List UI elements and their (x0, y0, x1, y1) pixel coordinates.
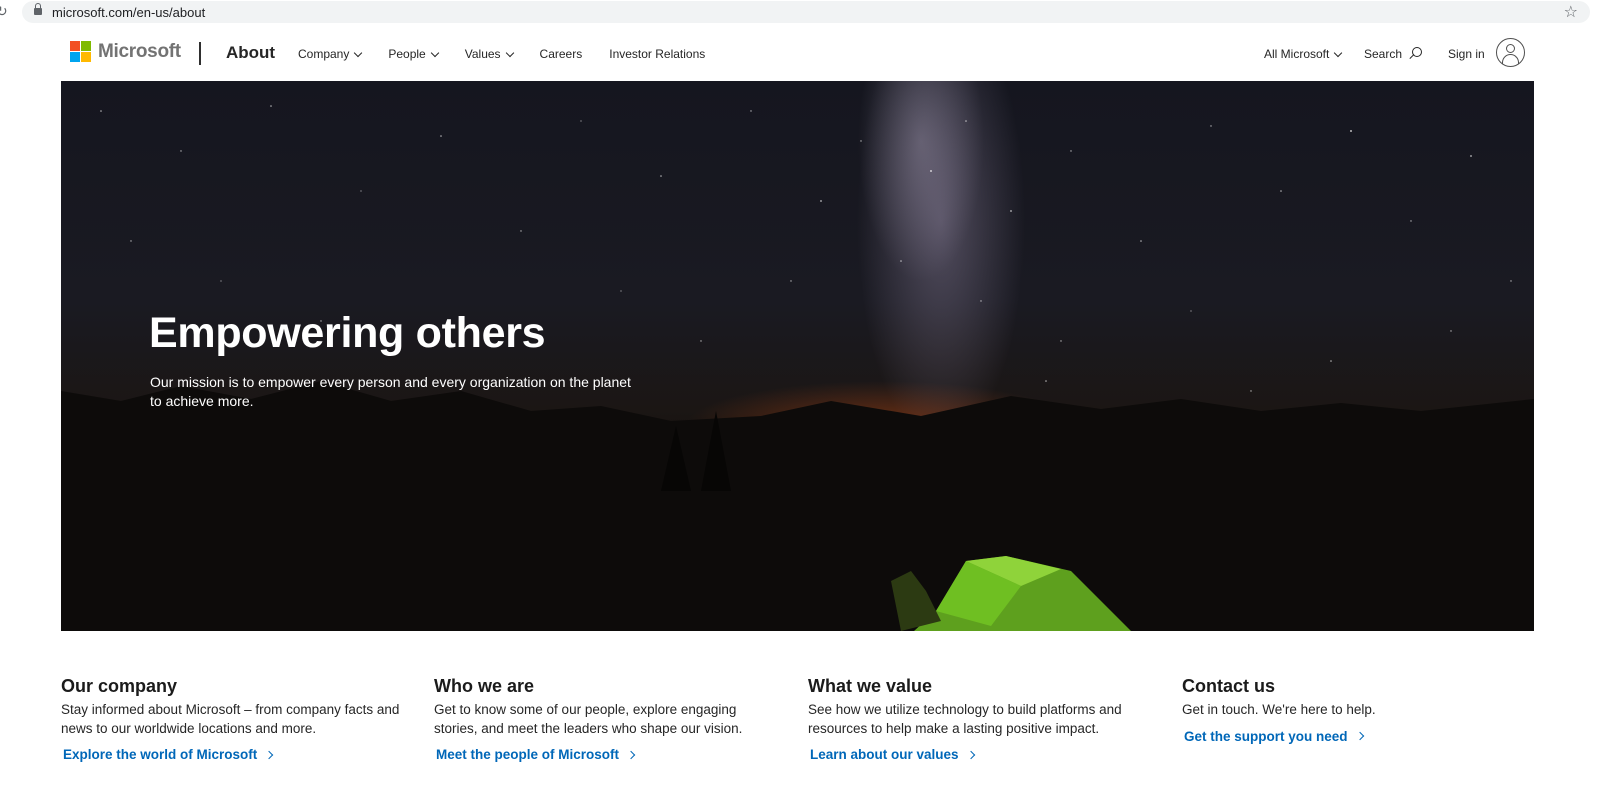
bookmark-star-icon[interactable]: ☆ (1564, 2, 1578, 22)
link-label: Get the support you need (1184, 728, 1348, 744)
account-avatar-icon[interactable] (1496, 38, 1525, 67)
card-text: Get to know some of our people, explore … (434, 702, 743, 736)
meet-people-link[interactable]: Meet the people of Microsoft (436, 747, 636, 762)
card-text: Stay informed about Microsoft – from com… (61, 702, 400, 736)
explore-world-link[interactable]: Explore the world of Microsoft (63, 747, 274, 762)
chevron-right-icon (966, 750, 975, 759)
site-header: Microsoft About Company People Values Ca… (0, 30, 1600, 80)
search-button[interactable]: Search (1364, 47, 1423, 61)
card-title: Contact us (1182, 676, 1276, 696)
browser-toolbar: ↻ microsoft.com/en-us/about ☆ (0, 0, 1600, 26)
get-support-link[interactable]: Get the support you need (1184, 728, 1364, 744)
nav-label: Values (464, 47, 501, 61)
nav-item-company[interactable]: Company (298, 47, 363, 61)
card-our-company: Our company Stay informed about Microsof… (61, 676, 401, 764)
link-label: Meet the people of Microsoft (436, 747, 620, 762)
microsoft-wordmark[interactable]: Microsoft (98, 41, 181, 63)
nav-label: Investor Relations (609, 47, 706, 61)
lock-icon[interactable] (34, 3, 42, 16)
link-label: Explore the world of Microsoft (63, 747, 258, 762)
card-title: Our company (61, 676, 178, 696)
chevron-right-icon (626, 750, 636, 759)
all-microsoft-label: All Microsoft (1264, 47, 1330, 61)
search-icon (1408, 47, 1423, 61)
hero-title: Empowering others (149, 309, 546, 357)
card-contact-us: Contact us Get in touch. We're here to h… (1182, 676, 1522, 746)
hero-subtitle: Our mission is to empower every person a… (150, 374, 631, 409)
chevron-right-icon (265, 750, 274, 759)
section-title-about[interactable]: About (226, 43, 275, 63)
card-text: See how we utilize technology to build p… (808, 702, 1122, 736)
nav-label: People (388, 47, 426, 61)
card-title: What we value (808, 676, 933, 696)
primary-nav: Company People Values Careers Investor R… (298, 47, 732, 61)
nav-item-careers[interactable]: Careers (540, 47, 583, 61)
nav-item-investor-relations[interactable]: Investor Relations (609, 47, 705, 61)
chevron-down-icon (354, 48, 363, 57)
reload-icon[interactable]: ↻ (0, 3, 8, 20)
card-title: Who we are (434, 676, 535, 696)
mountain-silhouette (61, 381, 1534, 631)
link-label: Learn about our values (810, 747, 959, 762)
card-who-we-are: Who we are Get to know some of our peopl… (434, 676, 774, 764)
card-what-we-value: What we value See how we utilize technol… (808, 676, 1148, 764)
sign-in-link[interactable]: Sign in (1448, 47, 1485, 61)
nav-label: Company (298, 47, 350, 61)
chevron-down-icon (430, 48, 439, 57)
search-label: Search (1364, 47, 1403, 61)
learn-values-link[interactable]: Learn about our values (810, 747, 975, 762)
hero-banner: Empowering others Our mission is to empo… (61, 81, 1534, 631)
card-text: Get in touch. We're here to help. (1182, 702, 1376, 717)
address-bar[interactable]: microsoft.com/en-us/about ☆ (22, 1, 1590, 23)
chevron-down-icon (505, 48, 514, 57)
nav-item-people[interactable]: People (388, 47, 439, 61)
header-divider (199, 42, 201, 65)
url-text[interactable]: microsoft.com/en-us/about (52, 5, 205, 20)
nav-item-values[interactable]: Values (464, 47, 514, 61)
chevron-down-icon (1334, 48, 1343, 57)
all-microsoft-menu[interactable]: All Microsoft (1264, 47, 1343, 61)
nav-label: Careers (539, 47, 583, 61)
chevron-right-icon (1355, 731, 1364, 741)
microsoft-logo-icon[interactable] (70, 41, 92, 63)
